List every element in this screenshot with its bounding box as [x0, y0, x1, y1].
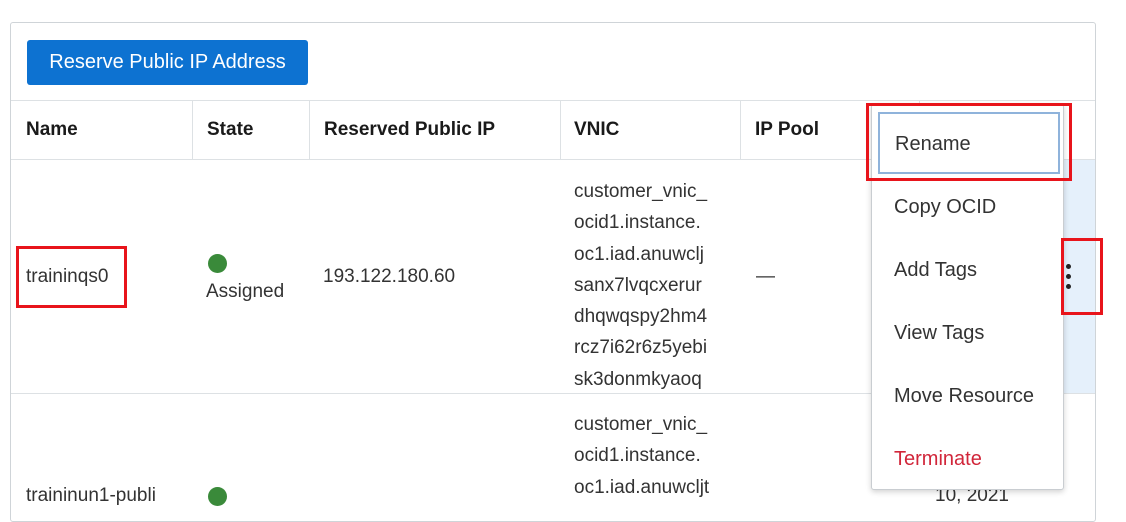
- menu-item-copy-ocid[interactable]: Copy OCID: [872, 178, 1063, 236]
- col-divider: [192, 100, 193, 160]
- highlight-name-box: [16, 246, 127, 308]
- row-vnic[interactable]: customer_vnic_ ocid1.instance. oc1.iad.a…: [574, 409, 744, 503]
- row-reserved-ip: 193.122.180.60: [323, 266, 456, 287]
- col-divider: [309, 100, 310, 160]
- col-divider: [560, 100, 561, 160]
- col-divider: [740, 100, 741, 160]
- reserve-public-ip-button[interactable]: Reserve Public IP Address: [27, 40, 308, 85]
- row-state: Assigned: [206, 281, 285, 302]
- highlight-rename-box: [866, 103, 1072, 181]
- column-header-ip-pool[interactable]: IP Pool: [755, 119, 819, 141]
- column-header-state[interactable]: State: [207, 119, 253, 141]
- menu-item-move-resource[interactable]: Move Resource: [872, 367, 1063, 425]
- header-top-border: [11, 100, 1095, 101]
- menu-item-terminate[interactable]: Terminate: [872, 430, 1063, 488]
- column-header-reserved-ip[interactable]: Reserved Public IP: [324, 119, 495, 141]
- state-assigned-icon: [208, 487, 227, 506]
- menu-item-view-tags[interactable]: View Tags: [872, 304, 1063, 362]
- row-ip-pool: —: [756, 266, 775, 287]
- column-header-name[interactable]: Name: [26, 119, 78, 141]
- row-name-link[interactable]: traininun1-publi: [26, 485, 156, 507]
- state-assigned-icon: [208, 254, 227, 273]
- row-vnic[interactable]: customer_vnic_ ocid1.instance. oc1.iad.a…: [574, 176, 744, 395]
- highlight-kebab-box: [1061, 238, 1103, 315]
- menu-item-add-tags[interactable]: Add Tags: [872, 241, 1063, 299]
- column-header-vnic[interactable]: VNIC: [574, 119, 619, 141]
